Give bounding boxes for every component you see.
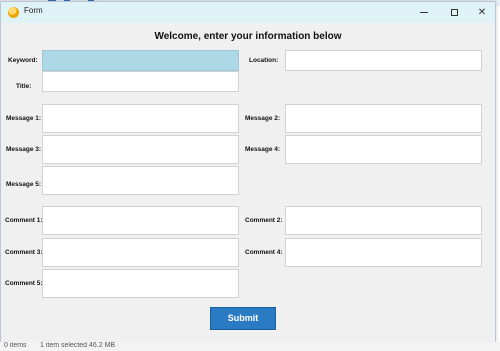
window-title: Form	[24, 6, 43, 15]
close-icon: ✕	[477, 7, 487, 18]
comment-2-label: Comment 2:	[245, 217, 283, 224]
background-status-items: 0 items	[4, 342, 27, 349]
message-4-input[interactable]	[285, 135, 482, 164]
comment-1-label: Comment 1:	[5, 217, 43, 224]
message-4-label: Message 4:	[245, 146, 281, 153]
message-1-input[interactable]	[42, 104, 239, 133]
message-2-label: Message 2:	[245, 115, 281, 122]
message-5-input[interactable]	[42, 166, 239, 195]
submit-button[interactable]: Submit	[210, 307, 276, 330]
comment-5-label: Comment 5:	[5, 280, 43, 287]
form-heading: Welcome, enter your information below	[154, 31, 342, 42]
background-status-selected: 1 item selected 46.2 MB	[40, 342, 116, 349]
message-3-input[interactable]	[42, 135, 239, 164]
maximize-button[interactable]	[440, 2, 468, 23]
message-5-label: Message 5:	[6, 181, 42, 188]
comment-2-input[interactable]	[285, 206, 482, 235]
message-3-label: Message 3:	[6, 146, 42, 153]
title-label: Title:	[16, 83, 32, 90]
message-2-input[interactable]	[285, 104, 482, 133]
close-button[interactable]: ✕	[468, 2, 496, 23]
title-input[interactable]	[42, 71, 239, 92]
message-1-label: Message 1:	[6, 115, 42, 122]
comment-3-input[interactable]	[42, 238, 239, 267]
background-status-bar: 0 items 1 item selected 46.2 MB	[0, 342, 500, 351]
comment-1-input[interactable]	[42, 206, 239, 235]
comment-4-label: Comment 4:	[245, 249, 283, 256]
minimize-button[interactable]	[410, 2, 438, 23]
maximize-icon	[450, 8, 458, 16]
location-input[interactable]	[285, 50, 482, 71]
keyword-input[interactable]	[42, 50, 239, 71]
title-bar[interactable]: Form ✕	[1, 2, 495, 23]
app-icon	[8, 7, 19, 18]
comment-3-label: Comment 3:	[5, 249, 43, 256]
comment-5-input[interactable]	[42, 269, 239, 298]
keyword-label: Keyword:	[8, 57, 38, 64]
comment-4-input[interactable]	[285, 238, 482, 267]
location-label: Location:	[249, 57, 279, 64]
minimize-icon	[420, 11, 428, 13]
form-window: Form ✕ Welcome, enter your information b…	[0, 1, 496, 343]
